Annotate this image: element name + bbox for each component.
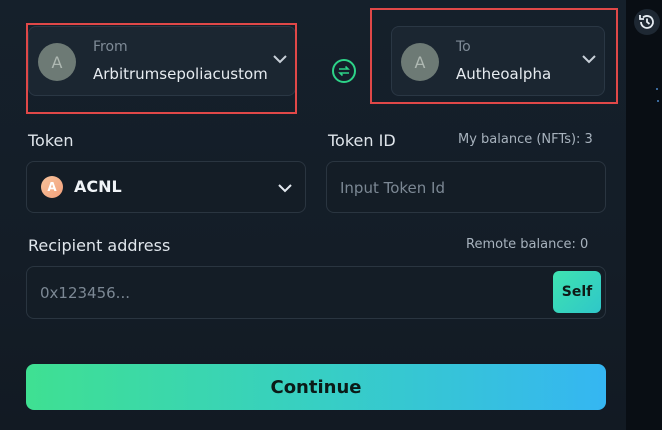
- decor-dot: [657, 100, 659, 102]
- recipient-label: Recipient address: [28, 236, 171, 255]
- to-label: To: [456, 39, 471, 55]
- from-chain-avatar: A: [38, 43, 76, 81]
- history-button[interactable]: [634, 9, 660, 35]
- from-label: From: [93, 39, 128, 55]
- token-id-input[interactable]: [340, 178, 590, 198]
- recipient-address-input[interactable]: [40, 283, 540, 303]
- side-strip: [626, 0, 662, 430]
- to-chain-select[interactable]: A To Autheoalpha: [391, 26, 605, 96]
- token-id-field: [326, 161, 606, 213]
- self-button[interactable]: Self: [553, 271, 601, 313]
- recipient-field: [26, 266, 606, 319]
- decor-dot: [656, 88, 658, 90]
- token-select[interactable]: A ACNL: [26, 161, 306, 213]
- remote-balance-text: Remote balance: 0: [466, 237, 589, 252]
- from-chain-name: Arbitrumsepoliacustom: [93, 65, 268, 83]
- history-icon: [639, 15, 654, 29]
- chevron-down-icon: [582, 55, 596, 64]
- token-selected-value: ACNL: [74, 177, 122, 196]
- swap-arrows-icon: [338, 65, 350, 77]
- my-balance-text: My balance (NFTs): 3: [458, 132, 593, 147]
- chevron-down-icon: [278, 184, 292, 193]
- continue-button[interactable]: Continue: [26, 364, 606, 410]
- to-chain-avatar: A: [401, 43, 439, 81]
- swap-button[interactable]: [332, 59, 356, 83]
- token-icon: A: [41, 176, 63, 198]
- token-id-label: Token ID: [328, 131, 396, 150]
- token-label: Token: [28, 131, 74, 150]
- from-chain-select[interactable]: A From Arbitrumsepoliacustom: [28, 26, 296, 96]
- chevron-down-icon: [273, 55, 287, 64]
- to-chain-name: Autheoalpha: [456, 65, 552, 83]
